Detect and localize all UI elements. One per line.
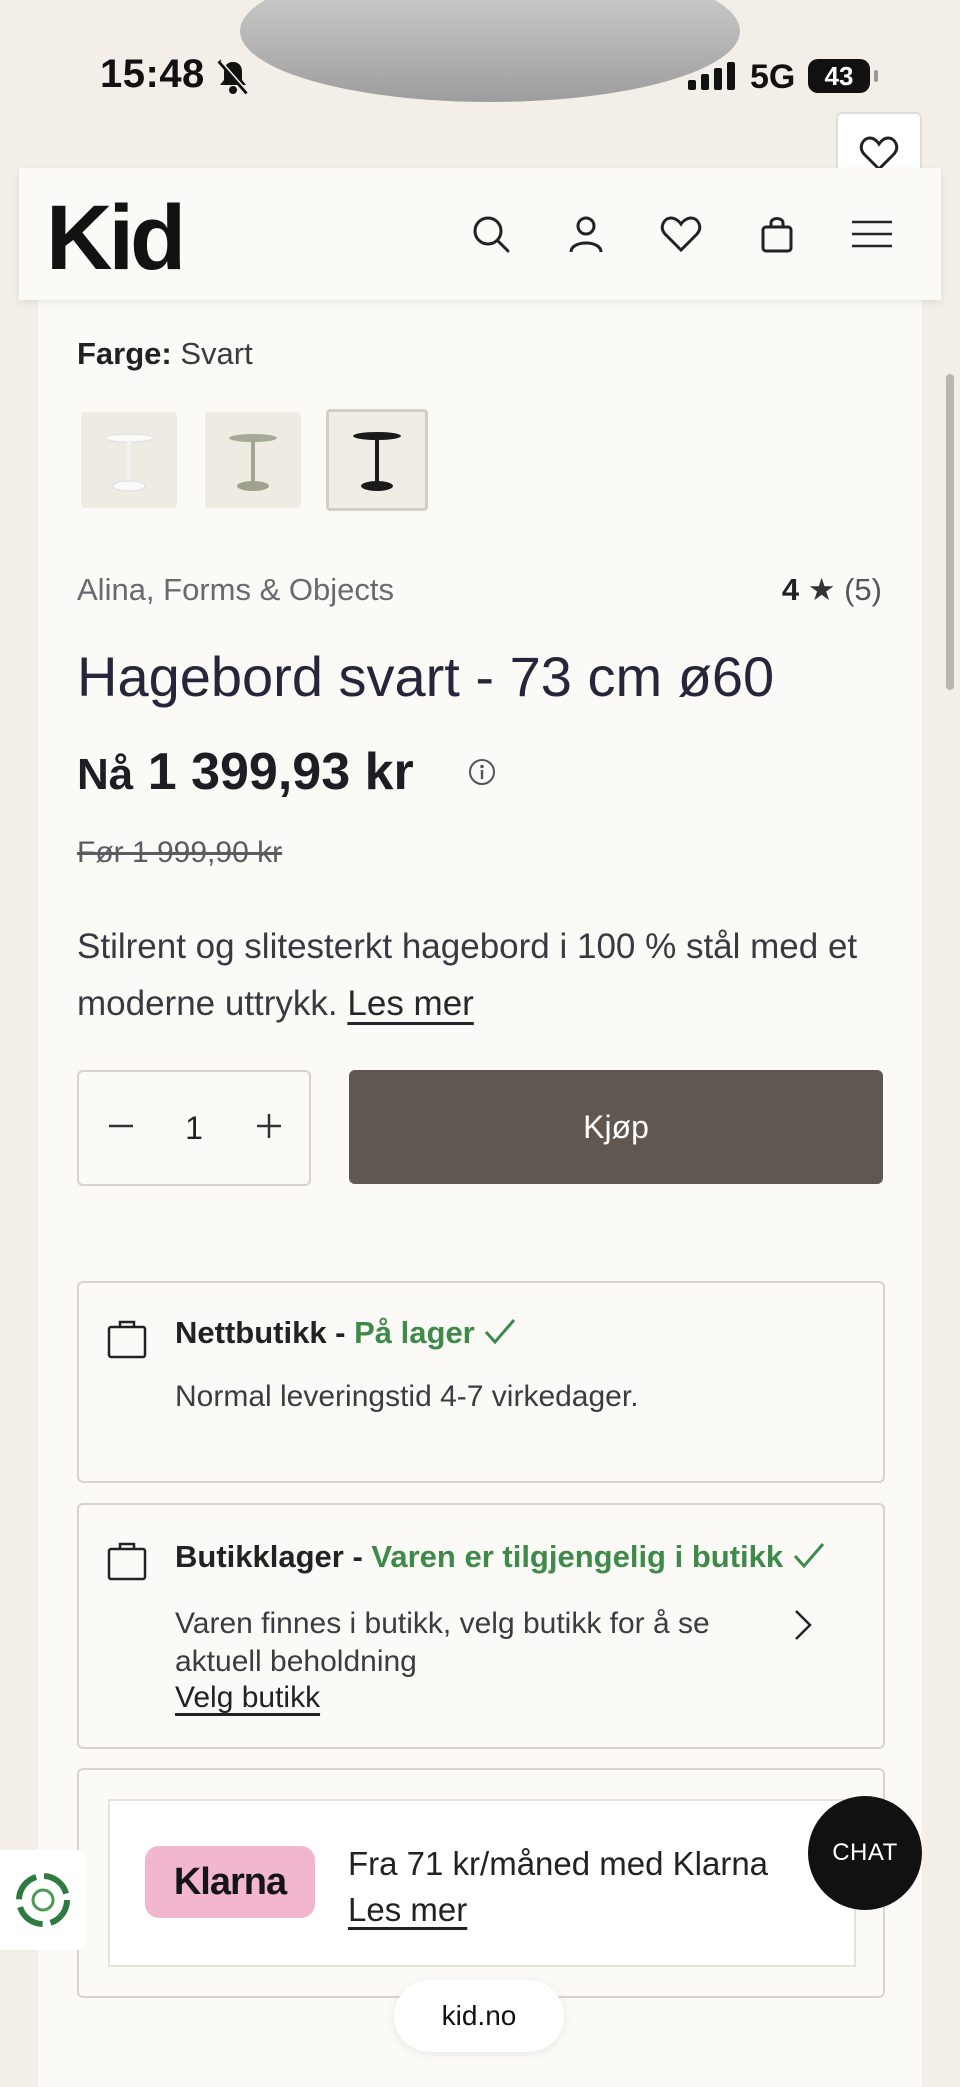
network-label: 5G: [750, 58, 796, 96]
rating-count: (5): [844, 572, 882, 607]
online-stock-heading: Nettbutikk - På lager: [175, 1315, 517, 1351]
status-time: 15:48: [100, 52, 205, 96]
swatch-white[interactable]: [81, 412, 177, 508]
site-header: Kid: [19, 168, 941, 300]
rating[interactable]: 4 ★ (5): [782, 572, 882, 608]
store-stock-box[interactable]: Butikklager - Varen er tilgjengelig i bu…: [77, 1503, 885, 1749]
swatch-green[interactable]: [205, 412, 301, 508]
quantity-stepper: 1: [77, 1070, 311, 1186]
account-icon[interactable]: [562, 210, 610, 258]
rating-value: 4: [781, 572, 800, 607]
klarna-logo: Klarna: [145, 1846, 315, 1918]
table-black-thumb: [353, 432, 401, 491]
online-stock-status: På lager: [354, 1315, 475, 1350]
current-price: Nå 1 399,93 kr: [77, 742, 414, 802]
product-description: Stilrent og slitesterkt hagebord i 100 %…: [77, 918, 897, 1032]
increase-quantity-button[interactable]: [249, 1106, 289, 1146]
color-selection: Farge: Svart: [77, 336, 253, 372]
table-green-thumb: [229, 434, 277, 491]
heart-icon: [859, 136, 899, 172]
silent-bell-icon: [216, 58, 250, 101]
star-icon: ★: [807, 572, 836, 607]
price-prefix: Nå: [77, 750, 134, 799]
recycle-icon: [16, 1873, 70, 1927]
product-image-top: [240, 0, 740, 102]
klarna-installment-text: Fra 71 kr/måned med Klarna: [348, 1845, 769, 1882]
color-label: Farge:: [77, 336, 172, 371]
online-stock-box: Nettbutikk - På lager Normal leveringsti…: [77, 1281, 885, 1483]
color-value: Svart: [180, 336, 253, 371]
klarna-box: Klarna Fra 71 kr/måned med Klarna Les me…: [77, 1768, 885, 1998]
wishlist-icon[interactable]: [657, 210, 705, 258]
table-white-thumb: [104, 433, 154, 492]
info-icon[interactable]: [468, 758, 496, 791]
klarna-text-block: Fra 71 kr/måned med Klarna Les mer: [348, 1841, 768, 1933]
checkmark-icon: [485, 1319, 516, 1345]
chevron-right-icon[interactable]: [791, 1607, 815, 1648]
chat-button[interactable]: CHAT: [808, 1796, 922, 1910]
old-price: Før 1 999,90 kr: [77, 836, 283, 869]
kid-logo[interactable]: Kid: [46, 192, 186, 284]
recycle-widget[interactable]: [0, 1850, 86, 1950]
online-stock-detail: Normal leveringstid 4-7 virkedager.: [175, 1380, 639, 1413]
menu-icon[interactable]: [848, 210, 896, 258]
shopping-bag-icon: [107, 1539, 147, 1581]
read-more-link[interactable]: Les mer: [347, 984, 473, 1023]
plus-icon: [257, 1114, 281, 1138]
store-stock-status: Varen er tilgjengelig i butikk: [371, 1539, 784, 1574]
checkmark-icon: [793, 1543, 824, 1569]
klarna-banner[interactable]: Klarna Fra 71 kr/måned med Klarna Les me…: [108, 1799, 856, 1967]
store-stock-heading: Butikklager - Varen er tilgjengelig i bu…: [175, 1539, 826, 1575]
store-stock-detail: Varen finnes i butikk, velg butikk for å…: [175, 1607, 710, 1678]
price-value: 1 399,93 kr: [147, 743, 414, 801]
choose-store-link[interactable]: Velg butikk: [175, 1681, 320, 1715]
search-icon[interactable]: [467, 210, 515, 258]
product-title: Hagebord svart - 73 cm ø60: [77, 645, 775, 708]
store-stock-label: Butikklager -: [175, 1539, 363, 1574]
battery-icon: 43: [808, 59, 878, 93]
scrollbar[interactable]: [946, 374, 954, 690]
shopping-bag-icon: [107, 1317, 147, 1359]
brand-name[interactable]: Alina, Forms & Objects: [77, 572, 394, 608]
buy-button[interactable]: Kjøp: [349, 1070, 883, 1184]
online-stock-label: Nettbutikk -: [175, 1315, 346, 1350]
url-bar[interactable]: kid.no: [394, 1980, 564, 2052]
swatch-black-selected[interactable]: [326, 409, 428, 511]
signal-icon: [688, 62, 735, 90]
klarna-read-more-link[interactable]: Les mer: [348, 1887, 768, 1933]
cart-icon[interactable]: [753, 210, 801, 258]
